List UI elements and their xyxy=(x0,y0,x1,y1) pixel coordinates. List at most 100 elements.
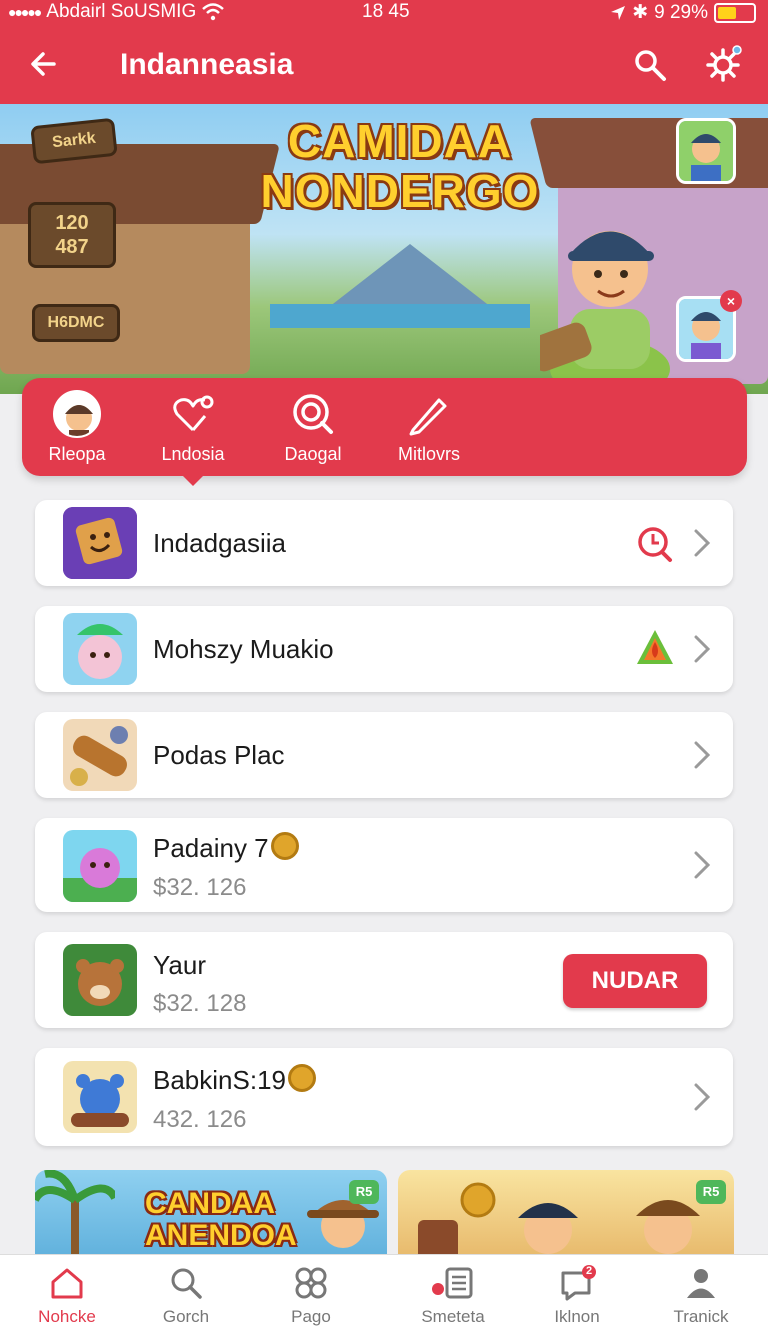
item-name: Podas Plac xyxy=(153,740,285,770)
page-title: Indanneasia xyxy=(120,48,294,81)
promo-card-1[interactable]: CANDAA ANENDOA R5 xyxy=(35,1170,387,1260)
signal-icon: ●●●●● xyxy=(8,4,42,20)
item-name: Mohszy Muakio xyxy=(153,634,334,664)
person-icon xyxy=(687,1269,715,1298)
promo-tag: R5 xyxy=(349,1180,379,1204)
game-icon xyxy=(63,830,137,902)
tab-pago[interactable]: Pago xyxy=(256,1265,366,1337)
tab-label: Tranick xyxy=(673,1307,729,1326)
stat-2: 487 xyxy=(55,236,89,258)
banner-title: CAMIDAA NONDERGO xyxy=(250,116,550,216)
banner-title-line2: NONDERGO xyxy=(260,165,540,217)
list-icon xyxy=(432,1267,473,1299)
search-icon[interactable] xyxy=(630,46,670,86)
close-icon[interactable]: × xyxy=(720,290,742,312)
chevron-right-icon[interactable] xyxy=(691,850,713,880)
location-icon xyxy=(611,5,626,20)
back-arrow-icon[interactable] xyxy=(26,44,66,84)
tab-gorch[interactable]: Gorch xyxy=(131,1265,241,1337)
app-bar: ●●●●● Abdairl SoUSMIG 18 45 ✱ 9 29% Inda… xyxy=(0,0,768,104)
item-name: Yaur xyxy=(153,950,206,980)
chevron-right-icon[interactable] xyxy=(691,528,713,558)
clock: 18 45 xyxy=(362,1,410,22)
pencil-icon xyxy=(409,398,447,436)
game-icon xyxy=(63,1061,137,1133)
notification-badge: 2 xyxy=(586,1265,593,1277)
item-name: Padainy 7 xyxy=(153,832,299,864)
sea-illustration xyxy=(270,304,530,328)
game-icon xyxy=(63,613,137,685)
characters-illustration xyxy=(418,1182,700,1260)
status-bar: ●●●●● Abdairl SoUSMIG 18 45 ✱ 9 29% xyxy=(0,0,768,26)
settings-icon[interactable] xyxy=(704,44,744,84)
target-icon xyxy=(293,394,333,434)
stats-sign: 120 487 xyxy=(28,202,116,268)
status-right: ✱ 9 29% xyxy=(610,1,756,24)
promo-card-2[interactable]: R5 xyxy=(398,1170,734,1260)
chevron-right-icon[interactable] xyxy=(691,1082,713,1112)
wifi-icon xyxy=(202,3,225,21)
category-label: Daogal xyxy=(284,444,342,464)
tab-label: Pago xyxy=(291,1307,331,1326)
game-icon xyxy=(63,507,137,579)
item-price: $32. 128 xyxy=(153,990,247,1017)
list-item[interactable]: Padainy 7 $32. 126 xyxy=(35,818,733,912)
category-mitlovrs[interactable]: Mitlovrs xyxy=(374,390,484,470)
category-bar: Rleopa Lndosia Daogal Mitlovrs xyxy=(22,378,747,486)
nudar-button[interactable]: NUDAR xyxy=(563,954,707,1008)
tab-smeteta[interactable]: Smeteta xyxy=(398,1265,508,1337)
banner-title-line1: CAMIDAA xyxy=(287,115,513,167)
item-name: BabkinS:19 xyxy=(153,1064,316,1096)
category-label: Mitlovrs xyxy=(398,444,460,464)
game-icon xyxy=(63,944,137,1016)
tab-label: Smeteta xyxy=(421,1307,485,1326)
search-icon xyxy=(171,1268,202,1299)
grid-icon xyxy=(295,1267,327,1299)
search-icon[interactable] xyxy=(635,524,675,564)
coin-icon xyxy=(270,832,299,860)
coin-icon xyxy=(287,1064,316,1092)
battery-percent: 9 29% xyxy=(654,1,708,23)
avatar xyxy=(53,390,101,438)
category-lndosia[interactable]: Lndosia xyxy=(138,390,248,470)
tab-label: Iklnon xyxy=(554,1307,600,1326)
chevron-right-icon[interactable] xyxy=(691,740,713,770)
list-item[interactable]: Yaur $32. 128 NUDAR xyxy=(35,932,733,1028)
alert-icon[interactable] xyxy=(635,628,675,668)
category-daogal[interactable]: Daogal xyxy=(258,390,368,470)
home-icon xyxy=(51,1268,83,1299)
tab-nohcke[interactable]: Nohcke xyxy=(12,1265,122,1337)
category-rleopa[interactable]: Rleopa xyxy=(22,390,132,470)
item-price: 432. 126 xyxy=(153,1106,247,1133)
tab-tranick[interactable]: Tranick xyxy=(646,1265,756,1337)
promo-tag: R5 xyxy=(696,1180,726,1204)
category-label: Rleopa xyxy=(48,444,106,464)
promo-title-line2: ANENDOA xyxy=(145,1219,297,1252)
character-illustration xyxy=(540,231,670,389)
bottom-tab-bar: Nohcke Gorch Pago Smeteta 2 Iklnon Trani… xyxy=(0,1254,768,1344)
promo-title-line1: CANDAA xyxy=(145,1187,275,1220)
category-label: Lndosia xyxy=(161,444,225,464)
palm-tree-illustration xyxy=(35,1170,115,1260)
promo-title: CANDAA ANENDOA xyxy=(145,1188,297,1252)
item-price: $32. 126 xyxy=(153,874,247,901)
tab-label: Gorch xyxy=(162,1307,210,1326)
hero-banner[interactable]: Sarkk 120 487 H6DMC CAMIDAA NONDERGO × xyxy=(0,104,768,394)
list-item[interactable]: Podas Plac xyxy=(35,712,733,798)
chevron-right-icon[interactable] xyxy=(691,634,713,664)
list-item[interactable]: BabkinS:19 432. 126 xyxy=(35,1048,733,1146)
list-item[interactable]: Indadgasiia xyxy=(35,500,733,586)
stat-1: 120 xyxy=(55,212,89,234)
item-name: Indadgasiia xyxy=(153,528,286,558)
carrier-label: Abdairl SoUSMIG xyxy=(46,1,197,22)
battery-icon xyxy=(714,2,756,23)
thumb-player-1[interactable] xyxy=(676,118,736,184)
sign-bottom: H6DMC xyxy=(32,304,120,342)
game-icon xyxy=(63,719,137,791)
heart-icon xyxy=(173,395,214,432)
list-item[interactable]: Mohszy Muakio xyxy=(35,606,733,692)
player-avatar-icon xyxy=(679,121,733,181)
tab-label: Nohcke xyxy=(38,1307,96,1326)
bluetooth-icon: ✱ xyxy=(632,2,649,23)
tab-iklnon[interactable]: 2 Iklnon xyxy=(522,1265,632,1337)
